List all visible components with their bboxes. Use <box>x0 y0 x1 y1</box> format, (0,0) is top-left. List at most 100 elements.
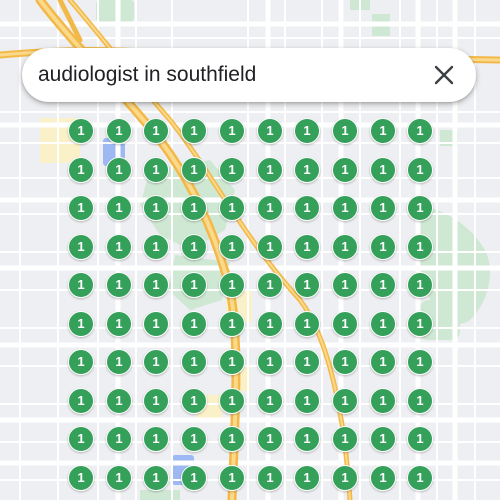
result-pin[interactable]: 1 <box>370 465 396 491</box>
result-pin[interactable]: 1 <box>143 388 169 414</box>
result-pin[interactable]: 1 <box>106 157 132 183</box>
result-pin[interactable]: 1 <box>181 234 207 260</box>
result-pin[interactable]: 1 <box>219 157 245 183</box>
close-button[interactable] <box>426 57 462 93</box>
result-pin[interactable]: 1 <box>68 118 94 144</box>
result-pin[interactable]: 1 <box>370 195 396 221</box>
result-pin[interactable]: 1 <box>257 272 283 298</box>
result-pin[interactable]: 1 <box>332 118 358 144</box>
result-pin[interactable]: 1 <box>257 349 283 375</box>
result-pin[interactable]: 1 <box>68 157 94 183</box>
result-pin[interactable]: 1 <box>219 118 245 144</box>
result-pin[interactable]: 1 <box>68 465 94 491</box>
result-pin[interactable]: 1 <box>181 349 207 375</box>
result-pin[interactable]: 1 <box>407 272 433 298</box>
result-pin[interactable]: 1 <box>294 195 320 221</box>
result-pin[interactable]: 1 <box>407 388 433 414</box>
result-pin[interactable]: 1 <box>257 426 283 452</box>
result-pin[interactable]: 1 <box>294 311 320 337</box>
result-pin[interactable]: 1 <box>106 465 132 491</box>
result-pin[interactable]: 1 <box>181 388 207 414</box>
result-pin[interactable]: 1 <box>106 311 132 337</box>
result-pin[interactable]: 1 <box>181 118 207 144</box>
result-pin[interactable]: 1 <box>181 157 207 183</box>
result-pin[interactable]: 1 <box>143 272 169 298</box>
result-pin[interactable]: 1 <box>407 311 433 337</box>
result-pin[interactable]: 1 <box>370 157 396 183</box>
result-pin[interactable]: 1 <box>219 311 245 337</box>
result-pin[interactable]: 1 <box>106 388 132 414</box>
result-pin[interactable]: 1 <box>106 234 132 260</box>
result-pin[interactable]: 1 <box>294 349 320 375</box>
result-pin[interactable]: 1 <box>332 349 358 375</box>
result-pin[interactable]: 1 <box>370 311 396 337</box>
result-pin[interactable]: 1 <box>332 388 358 414</box>
result-pin[interactable]: 1 <box>407 118 433 144</box>
result-pin[interactable]: 1 <box>68 349 94 375</box>
result-pin[interactable]: 1 <box>294 157 320 183</box>
result-pin[interactable]: 1 <box>257 234 283 260</box>
result-pin[interactable]: 1 <box>143 234 169 260</box>
result-pin[interactable]: 1 <box>294 118 320 144</box>
result-pin[interactable]: 1 <box>181 426 207 452</box>
result-pin[interactable]: 1 <box>143 311 169 337</box>
result-pin[interactable]: 1 <box>68 234 94 260</box>
result-pin[interactable]: 1 <box>294 388 320 414</box>
result-pin[interactable]: 1 <box>257 311 283 337</box>
result-pin[interactable]: 1 <box>332 195 358 221</box>
result-pin[interactable]: 1 <box>332 234 358 260</box>
result-pin[interactable]: 1 <box>370 426 396 452</box>
result-pin[interactable]: 1 <box>143 157 169 183</box>
result-pin[interactable]: 1 <box>219 272 245 298</box>
result-pin[interactable]: 1 <box>407 157 433 183</box>
result-pin[interactable]: 1 <box>106 195 132 221</box>
result-pin[interactable]: 1 <box>370 234 396 260</box>
result-pin[interactable]: 1 <box>407 195 433 221</box>
result-pin[interactable]: 1 <box>407 349 433 375</box>
result-pin[interactable]: 1 <box>219 426 245 452</box>
result-pin[interactable]: 1 <box>181 465 207 491</box>
result-pin[interactable]: 1 <box>106 272 132 298</box>
result-pin[interactable]: 1 <box>257 465 283 491</box>
result-pin[interactable]: 1 <box>294 234 320 260</box>
result-pin[interactable]: 1 <box>143 426 169 452</box>
result-pin[interactable]: 1 <box>370 118 396 144</box>
result-pin[interactable]: 1 <box>106 426 132 452</box>
result-pin[interactable]: 1 <box>68 195 94 221</box>
result-pin[interactable]: 1 <box>219 465 245 491</box>
search-input[interactable] <box>38 60 426 90</box>
result-pin[interactable]: 1 <box>181 195 207 221</box>
result-pin[interactable]: 1 <box>257 118 283 144</box>
result-pin[interactable]: 1 <box>181 272 207 298</box>
result-pin[interactable]: 1 <box>181 311 207 337</box>
result-pin[interactable]: 1 <box>370 349 396 375</box>
result-pin[interactable]: 1 <box>219 349 245 375</box>
result-pin[interactable]: 1 <box>143 118 169 144</box>
result-pin[interactable]: 1 <box>68 426 94 452</box>
result-pin[interactable]: 1 <box>332 311 358 337</box>
result-pin[interactable]: 1 <box>143 349 169 375</box>
result-pin[interactable]: 1 <box>106 349 132 375</box>
result-pin[interactable]: 1 <box>143 465 169 491</box>
result-pin[interactable]: 1 <box>370 388 396 414</box>
result-pin[interactable]: 1 <box>106 118 132 144</box>
result-pin[interactable]: 1 <box>257 195 283 221</box>
result-pin[interactable]: 1 <box>332 426 358 452</box>
result-pin[interactable]: 1 <box>407 426 433 452</box>
result-pin[interactable]: 1 <box>332 272 358 298</box>
result-pin[interactable]: 1 <box>68 388 94 414</box>
result-pin[interactable]: 1 <box>257 157 283 183</box>
result-pin[interactable]: 1 <box>407 234 433 260</box>
result-pin[interactable]: 1 <box>294 272 320 298</box>
result-pin[interactable]: 1 <box>370 272 396 298</box>
result-pin[interactable]: 1 <box>68 272 94 298</box>
result-pin[interactable]: 1 <box>332 465 358 491</box>
result-pin[interactable]: 1 <box>219 388 245 414</box>
result-pin[interactable]: 1 <box>219 195 245 221</box>
result-pin[interactable]: 1 <box>294 465 320 491</box>
result-pin[interactable]: 1 <box>294 426 320 452</box>
result-pin[interactable]: 1 <box>332 157 358 183</box>
result-pin[interactable]: 1 <box>407 465 433 491</box>
result-pin[interactable]: 1 <box>257 388 283 414</box>
result-pin[interactable]: 1 <box>219 234 245 260</box>
